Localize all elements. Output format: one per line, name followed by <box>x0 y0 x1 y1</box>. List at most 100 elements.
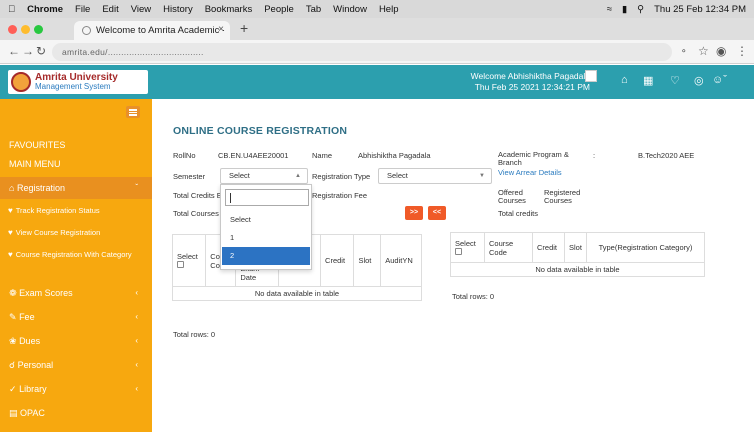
browser-menu-icon[interactable]: ⋮ <box>736 44 748 58</box>
chevron-down-icon: ▼ <box>479 173 485 179</box>
offered-courses-label: Offered Courses <box>498 188 526 205</box>
menu-window[interactable]: Window <box>333 4 367 15</box>
bookmark-star-icon[interactable]: ☆ <box>698 44 709 58</box>
bell-icon[interactable]: ♡ <box>670 74 680 87</box>
welcome-text: Welcome Abhishiktha Pagadala <box>470 71 590 81</box>
dropdown-option-1[interactable]: 1 <box>222 229 310 247</box>
table-row: No data available in table <box>172 286 422 301</box>
select-all-checkbox[interactable] <box>455 247 462 255</box>
sidebar-item-opac[interactable]: ▤ OPAC <box>0 402 152 424</box>
menu-people[interactable]: People <box>264 4 294 15</box>
menu-view[interactable]: View <box>131 4 151 15</box>
total-credits-label: Total Credits E <box>173 191 222 200</box>
sidebar-item-library[interactable]: ✓ Library ‹ <box>0 378 152 400</box>
personal-icon: ☌ <box>9 360 16 370</box>
menu-history[interactable]: History <box>163 4 193 15</box>
amrita-logo[interactable]: Amrita University Management System <box>8 70 148 94</box>
credit-column-header: Credit <box>532 232 565 263</box>
heart-icon: ♥ <box>8 228 13 237</box>
menu-bookmarks[interactable]: Bookmarks <box>205 4 253 15</box>
menu-file[interactable]: File <box>75 4 90 15</box>
tab-close-icon[interactable]: × <box>218 24 224 35</box>
right-total-rows: Total rows: 0 <box>452 292 495 301</box>
close-window-icon[interactable] <box>8 25 17 34</box>
remove-course-button[interactable]: << <box>428 206 446 220</box>
chevron-left-icon: ‹ <box>135 288 138 297</box>
chevron-left-icon: ‹ <box>135 360 138 369</box>
welcome-block: Welcome Abhishiktha Pagadala Thu Feb 25 … <box>450 71 590 93</box>
select-column-header: Select <box>450 232 485 263</box>
browser-tab[interactable]: Welcome to Amrita Academic · × <box>74 21 230 40</box>
logo-subtitle: Management System <box>35 82 111 91</box>
grid-icon[interactable]: ▦ <box>643 74 653 87</box>
sidebar-item-dues[interactable]: ❀ Dues ‹ <box>0 330 152 352</box>
book-icon: ❁ <box>9 288 17 298</box>
profile-icon[interactable]: ◉ <box>716 44 726 58</box>
sidebar-item-fee[interactable]: ✎ Fee ‹ <box>0 306 152 328</box>
sidebar-item-personal[interactable]: ☌ Personal ‹ <box>0 354 152 376</box>
sidebar-main-menu[interactable]: MAIN MENU <box>0 153 152 175</box>
home-icon[interactable]: ⌂ <box>621 74 628 86</box>
rollno-value: CB.EN.U4AEE20001 <box>218 151 289 160</box>
credit-column-header: Credit <box>320 234 355 287</box>
sidebar-sub-registration-with-category[interactable]: ♥ Course Registration With Category <box>0 250 152 260</box>
menubar-status-area: ≈ ▮ ⚲ Thu 25 Feb 12:34 PM <box>607 0 746 18</box>
chevron-left-icon: ‹ <box>135 312 138 321</box>
dropdown-search-input[interactable] <box>225 189 309 206</box>
sidebar-sub-track-status[interactable]: ♥ Track Registration Status <box>0 206 152 216</box>
hamburger-menu-icon[interactable] <box>126 106 140 118</box>
apple-icon[interactable]:  <box>8 4 15 15</box>
slot-column-header: Slot <box>353 234 382 287</box>
back-icon[interactable]: ← <box>8 44 20 58</box>
tab-title: Welcome to Amrita Academic · <box>96 25 226 36</box>
minimize-window-icon[interactable] <box>21 25 30 34</box>
key-icon[interactable]: ⚬ <box>680 46 688 57</box>
address-bar[interactable]: amrita.edu/.............................… <box>52 43 672 61</box>
name-label: Name <box>312 151 333 160</box>
macos-menubar:  Chrome File Edit View History Bookmark… <box>0 0 754 18</box>
opac-icon: ▤ <box>9 408 18 418</box>
dropdown-option-2[interactable]: 2 <box>222 247 310 265</box>
chevron-left-icon: ‹ <box>135 384 138 393</box>
menubar-datetime[interactable]: Thu 25 Feb 12:34 PM <box>654 4 746 15</box>
user-menu-icon[interactable]: ☺ˇ <box>712 74 727 86</box>
program-colon: : <box>593 151 596 160</box>
dropdown-option-select[interactable]: Select <box>222 211 310 229</box>
search-icon[interactable]: ⚲ <box>637 4 644 15</box>
view-arrear-link[interactable]: View Arrear Details <box>498 168 562 177</box>
battery-icon[interactable]: ▮ <box>622 4 627 15</box>
slot-column-header: Slot <box>564 232 587 263</box>
select-column-header: Select <box>171 234 207 287</box>
forward-icon[interactable]: → <box>22 44 34 58</box>
menu-help[interactable]: Help <box>379 4 399 15</box>
semester-select-value: Select <box>229 171 250 180</box>
semester-label: Semester <box>173 172 206 181</box>
semester-select[interactable]: Select ▲ <box>220 168 308 184</box>
sidebar-item-exam-scores[interactable]: ❁ Exam Scores ‹ <box>0 282 152 304</box>
page-title: ONLINE COURSE REGISTRATION <box>173 125 348 137</box>
sidebar: FAVOURITES MAIN MENU ⌂ Registration ˇ ♥ T… <box>0 99 152 432</box>
reload-icon[interactable]: ↻ <box>36 44 46 58</box>
chevron-up-icon: ▲ <box>295 173 301 179</box>
select-all-checkbox[interactable] <box>177 260 184 268</box>
menu-app-name[interactable]: Chrome <box>27 4 63 15</box>
new-tab-icon[interactable]: + <box>240 20 248 36</box>
menu-edit[interactable]: Edit <box>102 4 118 15</box>
wifi-icon[interactable]: ≈ <box>607 4 612 15</box>
globe-icon[interactable]: ◎ <box>694 74 704 87</box>
regtype-select[interactable]: Select ▼ <box>378 168 492 184</box>
program-value: B.Tech2020 AEE <box>638 151 695 160</box>
add-course-button[interactable]: >> <box>405 206 423 220</box>
sidebar-item-label: Registration <box>16 183 65 193</box>
menu-tab[interactable]: Tab <box>306 4 321 15</box>
empty-table-message: No data available in table <box>450 262 705 277</box>
registered-courses-label: Registered Courses <box>544 188 581 205</box>
semester-dropdown: Select 1 2 <box>220 184 312 270</box>
chevron-left-icon: ‹ <box>135 336 138 345</box>
sidebar-item-registration[interactable]: ⌂ Registration ˇ <box>0 177 152 199</box>
maximize-window-icon[interactable] <box>34 25 43 34</box>
app-header: Amrita University Management System Welc… <box>0 65 754 99</box>
amrita-emblem-icon <box>11 72 31 92</box>
sidebar-sub-view-registration[interactable]: ♥ View Course Registration <box>0 228 152 238</box>
heart-icon: ♥ <box>8 250 13 259</box>
